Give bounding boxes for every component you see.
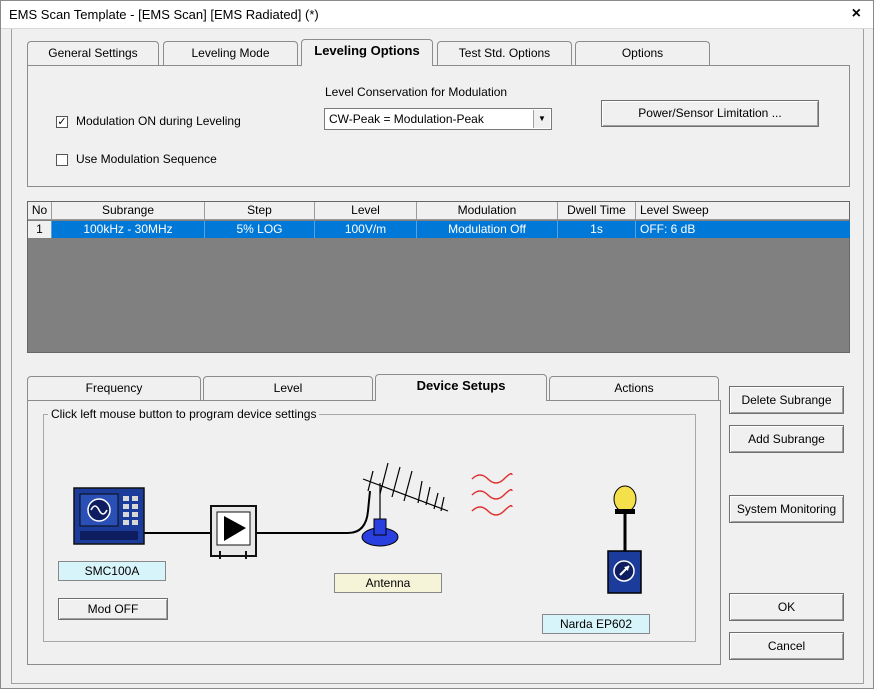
leveling-options-panel: ✓ Modulation ON during Leveling Use Modul…	[27, 65, 850, 187]
title-bar: EMS Scan Template - [EMS Scan] [EMS Radi…	[1, 1, 873, 29]
col-header-level[interactable]: Level	[315, 202, 417, 220]
use-sequence-label: Use Modulation Sequence	[76, 152, 217, 166]
dialog-window: EMS Scan Template - [EMS Scan] [EMS Radi…	[0, 0, 874, 689]
power-sensor-limitation-button[interactable]: Power/Sensor Limitation ...	[601, 100, 819, 127]
tab-general-settings[interactable]: General Settings	[27, 41, 159, 65]
level-conservation-label: Level Conservation for Modulation	[325, 85, 508, 99]
tab-level[interactable]: Level	[203, 376, 373, 400]
generator-label[interactable]: SMC100A	[58, 561, 166, 581]
cell-level-sweep: OFF: 6 dB	[636, 221, 850, 238]
window-title: EMS Scan Template - [EMS Scan] [EMS Radi…	[9, 7, 319, 22]
cell-subrange: 100kHz - 30MHz	[52, 221, 205, 238]
chevron-down-icon[interactable]: ▼	[533, 110, 550, 128]
amplifier-icon	[210, 505, 257, 559]
mod-off-button[interactable]: Mod OFF	[58, 598, 168, 620]
ok-button[interactable]: OK	[729, 593, 844, 621]
dialog-client: General Settings Leveling Mode Leveling …	[11, 29, 864, 684]
signal-generator-icon	[73, 487, 145, 545]
col-header-no[interactable]: No	[28, 202, 52, 220]
close-icon[interactable]: ×	[852, 5, 861, 23]
col-header-step[interactable]: Step	[205, 202, 315, 220]
antenna-icon	[362, 462, 449, 519]
subrange-table[interactable]: No Subrange Step Level Modulation Dwell …	[27, 201, 850, 353]
table-header: No Subrange Step Level Modulation Dwell …	[28, 202, 849, 220]
table-row[interactable]: 1 100kHz - 30MHz 5% LOG 100V/m Modulatio…	[28, 221, 850, 238]
cell-dwell-time: 1s	[558, 221, 636, 238]
cell-modulation: Modulation Off	[417, 221, 558, 238]
cell-no: 1	[28, 221, 52, 238]
probe-label[interactable]: Narda EP602	[542, 614, 650, 634]
cable-amp-antenna	[256, 490, 371, 534]
use-sequence-checkbox[interactable]	[56, 153, 68, 166]
field-probe-icon	[607, 485, 642, 594]
col-header-level-sweep[interactable]: Level Sweep	[636, 202, 851, 220]
cancel-button[interactable]: Cancel	[729, 632, 844, 660]
modulation-on-checkbox[interactable]: ✓	[56, 115, 68, 128]
col-header-modulation[interactable]: Modulation	[417, 202, 558, 220]
cell-level: 100V/m	[315, 221, 417, 238]
level-conservation-value: CW-Peak = Modulation-Peak	[329, 112, 484, 126]
tab-actions[interactable]: Actions	[549, 376, 719, 400]
device-setups-panel: Click left mouse button to program devic…	[27, 400, 721, 665]
tab-leveling-mode[interactable]: Leveling Mode	[163, 41, 298, 65]
level-conservation-select[interactable]: CW-Peak = Modulation-Peak ▼	[324, 108, 552, 130]
col-header-dwell-time[interactable]: Dwell Time	[558, 202, 636, 220]
cell-step: 5% LOG	[205, 221, 315, 238]
delete-subrange-button[interactable]: Delete Subrange	[729, 386, 844, 414]
tab-frequency[interactable]: Frequency	[27, 376, 201, 400]
use-sequence-row[interactable]: Use Modulation Sequence	[56, 152, 217, 166]
antenna-label[interactable]: Antenna	[334, 573, 442, 593]
modulation-on-label: Modulation ON during Leveling	[76, 114, 241, 128]
radiation-waves-icon	[471, 472, 513, 516]
tab-device-setups[interactable]: Device Setups	[375, 374, 547, 401]
add-subrange-button[interactable]: Add Subrange	[729, 425, 844, 453]
modulation-on-row[interactable]: ✓ Modulation ON during Leveling	[56, 114, 241, 128]
tab-leveling-options[interactable]: Leveling Options	[301, 39, 433, 66]
tab-options[interactable]: Options	[575, 41, 710, 65]
tab-test-std-options[interactable]: Test Std. Options	[437, 41, 572, 65]
system-monitoring-button[interactable]: System Monitoring	[729, 495, 844, 523]
col-header-subrange[interactable]: Subrange	[52, 202, 205, 220]
